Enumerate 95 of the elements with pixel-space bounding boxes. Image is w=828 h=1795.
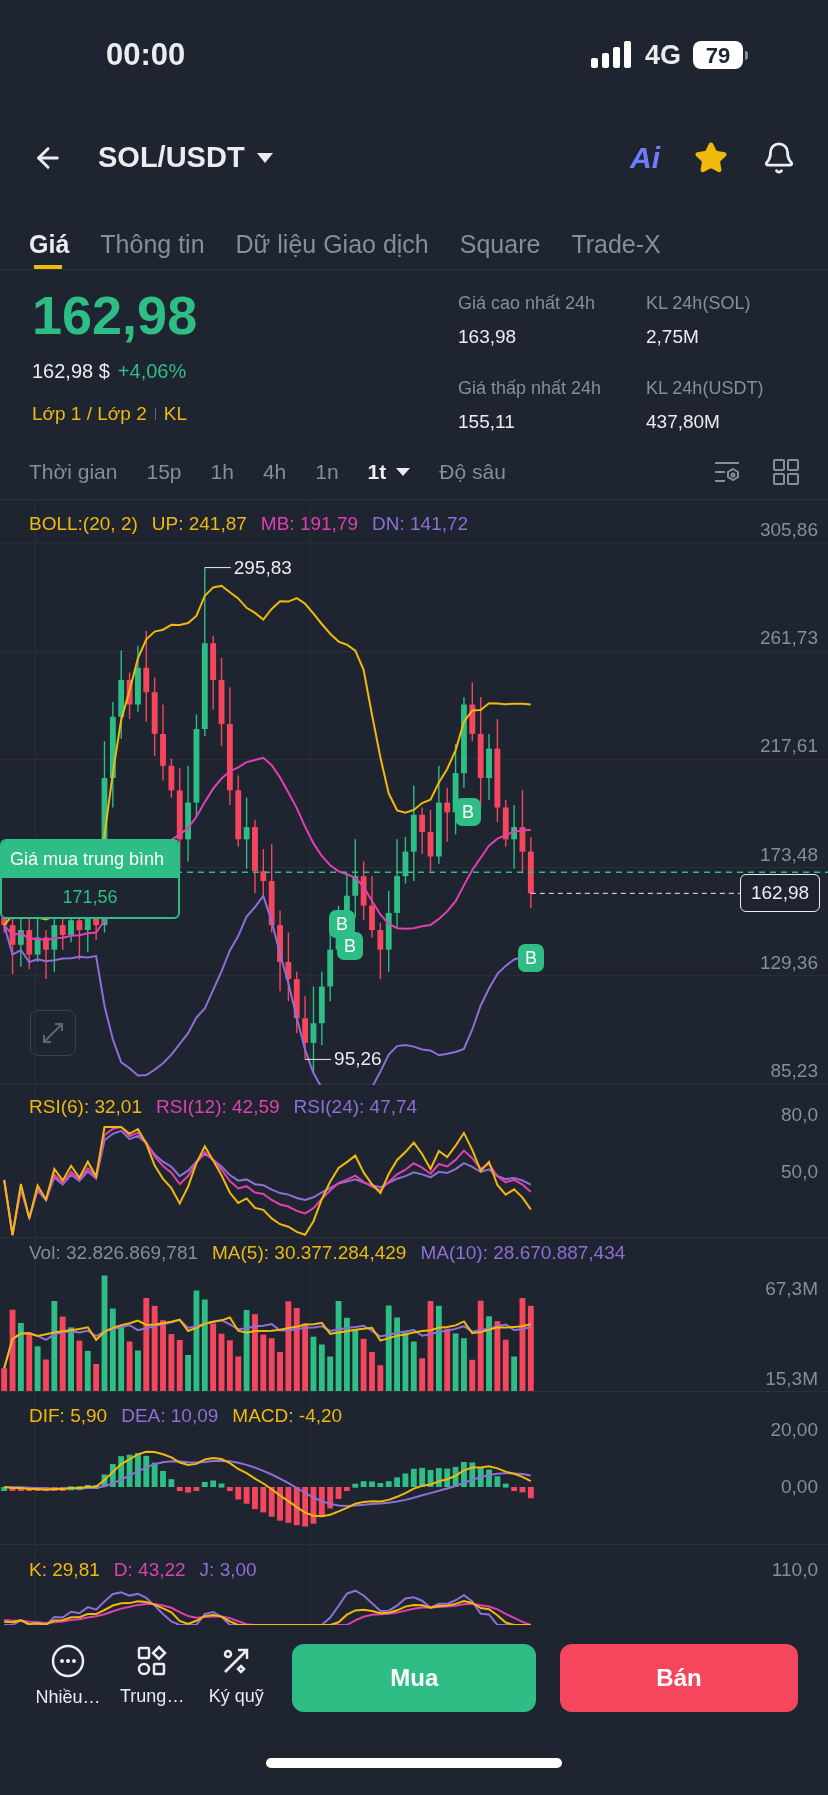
interval-tab[interactable]: 1h xyxy=(210,456,234,488)
legend-value: Vol: 32.826.869,781 xyxy=(29,1243,199,1262)
legend-value: MB: 191,79 xyxy=(260,514,359,533)
legend-value: D: 43,22 xyxy=(113,1560,186,1579)
usd-price: 162,98 $ xyxy=(32,359,110,384)
caret-icon xyxy=(396,468,411,476)
action-label[interactable]: Ký quỹ xyxy=(208,1683,264,1710)
legend-value: MACD: -4,20 xyxy=(232,1406,343,1425)
axis-label: 15,3M xyxy=(765,1369,818,1388)
price-change: +4,06% xyxy=(117,359,187,384)
macd-histogram-bar xyxy=(344,1487,350,1491)
stat-label: Giá thấp nhất 24h xyxy=(458,377,603,400)
macd-histogram-bar xyxy=(252,1487,258,1510)
stat-label: KL 24h(SOL) xyxy=(646,292,752,315)
interval-tab[interactable]: 1t xyxy=(367,456,411,488)
axis-label: 305,86 xyxy=(759,520,818,539)
category-tag[interactable]: Lớp 1 / Lớp 2 xyxy=(32,400,147,429)
axis-label: 110,0 xyxy=(771,1560,818,1579)
macd-histogram-bar xyxy=(369,1481,375,1487)
buy-marker[interactable]: B xyxy=(337,932,363,960)
legend-value: K: 29,81 xyxy=(29,1560,100,1579)
stat-value: 163,98 xyxy=(458,325,518,349)
stat-value: 437,80M xyxy=(646,410,721,434)
shapes-icon xyxy=(136,1645,169,1677)
legend-value: MA(5): 30.377.284,429 xyxy=(212,1243,407,1262)
interval-tab[interactable]: 1n xyxy=(315,456,339,488)
axis-label: 85,23 xyxy=(770,1061,818,1080)
macd-histogram-bar xyxy=(160,1470,166,1487)
macd-histogram-bar xyxy=(394,1477,400,1487)
last-price: 162,98 xyxy=(32,288,198,342)
tab[interactable]: Square xyxy=(459,205,541,269)
macd-histogram-bar xyxy=(68,1486,74,1491)
axis-label: 0,00 xyxy=(781,1477,818,1496)
interval-tab[interactable]: 15p xyxy=(146,456,182,488)
favorite-star-icon[interactable] xyxy=(694,140,728,175)
ai-button[interactable]: Ai xyxy=(630,135,660,180)
grid-icon[interactable] xyxy=(773,459,799,485)
legend-value: J: 3,00 xyxy=(199,1560,257,1579)
action-label[interactable]: Trung… xyxy=(120,1683,185,1710)
macd-histogram-bar xyxy=(185,1487,191,1493)
bell-icon[interactable] xyxy=(762,140,796,175)
buy-marker[interactable]: B xyxy=(518,944,544,972)
stat-label: KL 24h(USDT) xyxy=(646,377,765,400)
average-buy-label[interactable]: Giá mua trung bình 171,56 xyxy=(0,839,180,919)
stat-value: 155,11 xyxy=(458,410,516,434)
legend-value: RSI(6): 32,01 xyxy=(29,1097,142,1116)
axis-label: 80,0 xyxy=(781,1105,818,1124)
low-price-label: 95,26 xyxy=(334,1049,382,1069)
legend-value: UP: 241,87 xyxy=(151,514,247,533)
interval-tab[interactable]: Thời gian xyxy=(29,456,118,488)
legend-value: RSI(12): 42,59 xyxy=(156,1097,280,1116)
action-label[interactable]: Nhiều… xyxy=(35,1684,101,1711)
current-price-tag: 162,98 xyxy=(740,874,820,913)
legend-value: DEA: 10,09 xyxy=(121,1406,219,1425)
legend-value: BOLL:(20, 2) xyxy=(29,514,138,533)
indicator-settings-icon[interactable] xyxy=(713,459,741,485)
category-tag[interactable]: KL xyxy=(163,400,187,429)
macd-histogram-bar xyxy=(461,1462,467,1487)
legend-value: MA(10): 28.670.887,434 xyxy=(420,1243,626,1262)
buy-marker[interactable]: B xyxy=(455,798,481,826)
pair-selector[interactable]: SOL/USDT xyxy=(98,135,273,180)
stat-label: Giá cao nhất 24h xyxy=(458,292,597,315)
macd-histogram-bar xyxy=(486,1469,492,1487)
leader-line xyxy=(204,567,232,569)
status-time: 00:00 xyxy=(106,35,186,74)
legend-value: RSI(24): 47,74 xyxy=(293,1097,418,1116)
macd-histogram-bar xyxy=(135,1453,141,1487)
macd-histogram-bar xyxy=(277,1487,283,1521)
axis-label: 50,0 xyxy=(781,1162,818,1181)
signal-icon xyxy=(590,41,633,69)
battery-indicator: 79 xyxy=(693,41,743,69)
buy-button[interactable]: Mua xyxy=(292,1643,537,1712)
stat-value: 2,75M xyxy=(646,325,700,349)
axis-label: 173,48 xyxy=(759,844,818,864)
legend-value: DN: 141,72 xyxy=(372,514,469,533)
axis-label: 67,3M xyxy=(765,1279,818,1298)
high-price-label: 295,83 xyxy=(233,557,292,577)
leader-line xyxy=(304,1058,332,1060)
axis-label: 261,73 xyxy=(759,628,818,648)
tab[interactable]: Dữ liệu Giao dịch xyxy=(235,205,429,269)
expand-button[interactable] xyxy=(30,1010,76,1056)
sell-button[interactable]: Bán xyxy=(560,1643,798,1712)
axis-label: 20,00 xyxy=(770,1420,818,1439)
tab[interactable]: Giá xyxy=(29,205,70,269)
network-label: 4G xyxy=(644,38,681,72)
legend-value: DIF: 5,90 xyxy=(29,1406,108,1425)
more-icon xyxy=(51,1644,86,1678)
caret-icon xyxy=(256,152,273,163)
interval-tab[interactable]: Độ sâu xyxy=(439,456,506,488)
interval-tab[interactable]: 4h xyxy=(262,456,287,488)
tab[interactable]: Trade-X xyxy=(571,205,661,269)
axis-label: 129,36 xyxy=(759,952,818,972)
axis-label: 217,61 xyxy=(759,736,818,756)
tab[interactable]: Thông tin xyxy=(100,205,205,269)
expand-icon xyxy=(41,1021,65,1045)
